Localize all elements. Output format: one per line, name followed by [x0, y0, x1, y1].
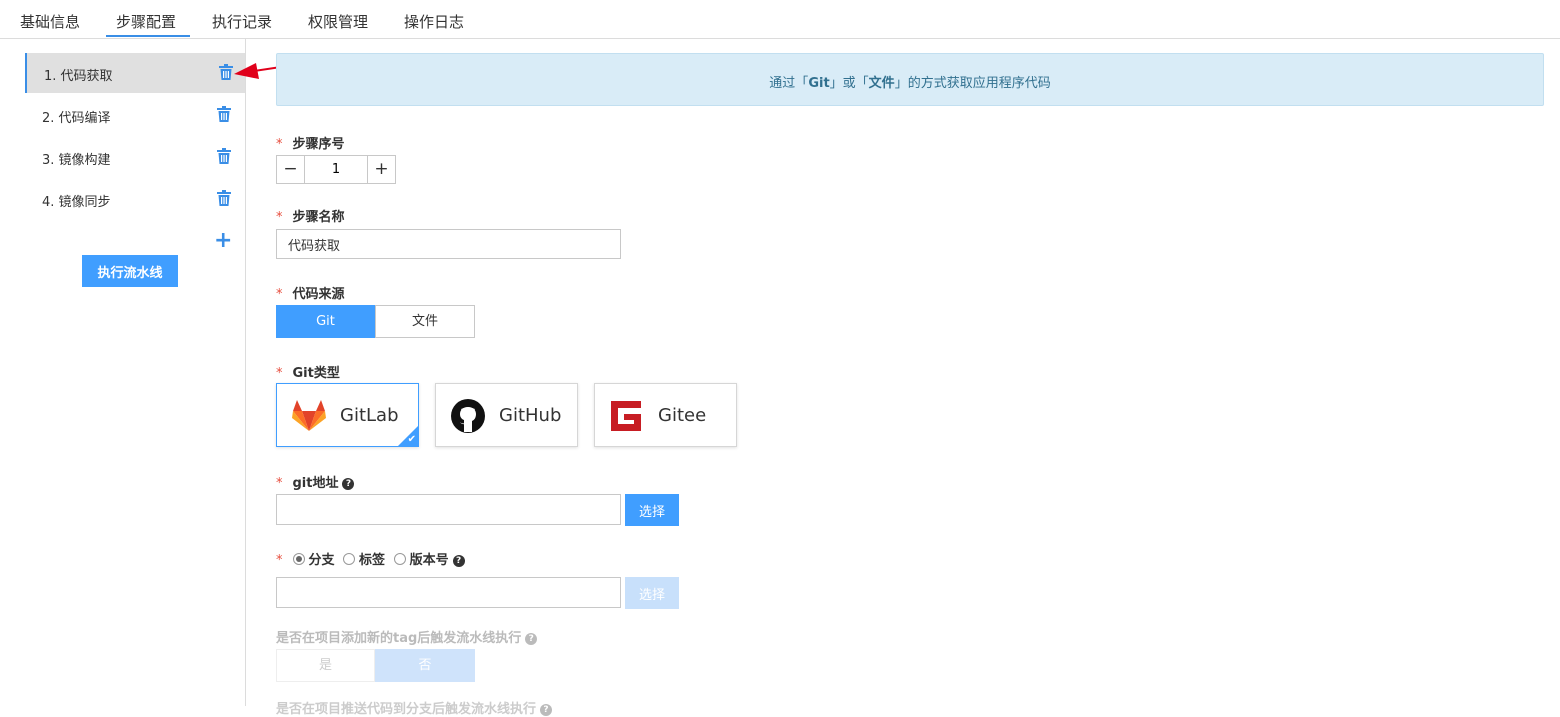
git-url-select-button[interactable]: 选择 — [625, 494, 679, 526]
active-tab-indicator — [106, 35, 190, 37]
decrement-button[interactable]: − — [277, 156, 305, 183]
step-name-input[interactable] — [276, 229, 621, 259]
gitee-card[interactable]: Gitee — [594, 383, 737, 447]
gitee-icon — [611, 401, 641, 431]
increment-button[interactable]: + — [367, 156, 395, 183]
code-source-label: * 代码来源 — [276, 287, 345, 302]
step-number-stepper: − + — [276, 155, 396, 184]
step-sidebar: 1. 代码获取 2. 代码编译 3. 镜像构建 4. 镜像同步 + 执行流水线 — [0, 38, 246, 706]
info-banner: 通过「Git」或「文件」的方式获取应用程序代码 — [276, 53, 1544, 106]
step-item-code-fetch[interactable]: 1. 代码获取 — [25, 53, 245, 93]
push-trigger-label: 是否在项目推送代码到分支后触发流水线执行? — [276, 698, 553, 717]
tag-trigger-label: 是否在项目添加新的tag后触发流水线执行? — [276, 627, 538, 646]
step-name-label: * 步骤名称 — [276, 210, 345, 225]
git-url-input[interactable] — [276, 494, 621, 525]
step-number-label: * 步骤序号 — [276, 137, 345, 152]
step-item-code-compile[interactable]: 2. 代码编译 — [25, 95, 245, 135]
github-icon — [451, 399, 485, 433]
tag-radio[interactable] — [343, 553, 356, 565]
tag-trigger-no-option[interactable]: 否 — [375, 649, 475, 682]
trash-icon[interactable] — [217, 148, 231, 164]
github-name: GitHub — [499, 405, 562, 426]
ref-select-button[interactable]: 选择 — [625, 577, 679, 609]
tab-step-config[interactable]: 步骤配置 — [116, 11, 176, 32]
help-icon[interactable]: ? — [342, 478, 355, 490]
run-pipeline-button[interactable]: 执行流水线 — [82, 255, 178, 287]
ref-input[interactable] — [276, 577, 621, 608]
tag-trigger-yes-option[interactable]: 是 — [276, 649, 375, 682]
step-label: 1. 代码获取 — [44, 69, 113, 84]
step-item-image-sync[interactable]: 4. 镜像同步 — [25, 179, 245, 219]
ref-type-radio-group: * 分支 标签 版本号? — [276, 549, 465, 568]
tab-bar: 基础信息 步骤配置 执行记录 权限管理 操作日志 — [0, 0, 1560, 39]
git-type-label: * Git类型 — [276, 366, 340, 381]
tab-operation-log[interactable]: 操作日志 — [404, 11, 464, 32]
gitlab-icon — [292, 400, 326, 431]
add-step-plus-icon[interactable]: + — [214, 230, 232, 252]
source-git-option[interactable]: Git — [276, 305, 375, 338]
tab-basic-info[interactable]: 基础信息 — [20, 11, 80, 32]
step-label: 2. 代码编译 — [42, 111, 111, 126]
gitlab-name: GitLab — [340, 405, 399, 426]
help-icon[interactable]: ? — [525, 633, 538, 645]
branch-radio[interactable] — [292, 553, 305, 565]
step-label: 3. 镜像构建 — [42, 153, 111, 168]
github-card[interactable]: GitHub — [435, 383, 578, 447]
gitlab-card[interactable]: GitLab ✔ — [276, 383, 419, 447]
tab-execution-records[interactable]: 执行记录 — [212, 11, 272, 32]
gitee-name: Gitee — [658, 405, 707, 426]
source-file-option[interactable]: 文件 — [375, 305, 475, 338]
git-url-label: * git地址? — [276, 472, 355, 491]
step-number-input[interactable] — [305, 156, 367, 183]
tab-permission-management[interactable]: 权限管理 — [308, 11, 368, 32]
version-radio[interactable] — [393, 553, 406, 565]
info-banner-text: 通过「Git」或「文件」的方式获取应用程序代码 — [769, 76, 1051, 91]
trash-icon[interactable] — [217, 106, 231, 122]
check-icon: ✔ — [407, 434, 416, 445]
trash-icon[interactable] — [217, 190, 231, 206]
step-label: 4. 镜像同步 — [42, 195, 111, 210]
step-item-image-build[interactable]: 3. 镜像构建 — [25, 137, 245, 177]
help-icon[interactable]: ? — [452, 555, 465, 567]
